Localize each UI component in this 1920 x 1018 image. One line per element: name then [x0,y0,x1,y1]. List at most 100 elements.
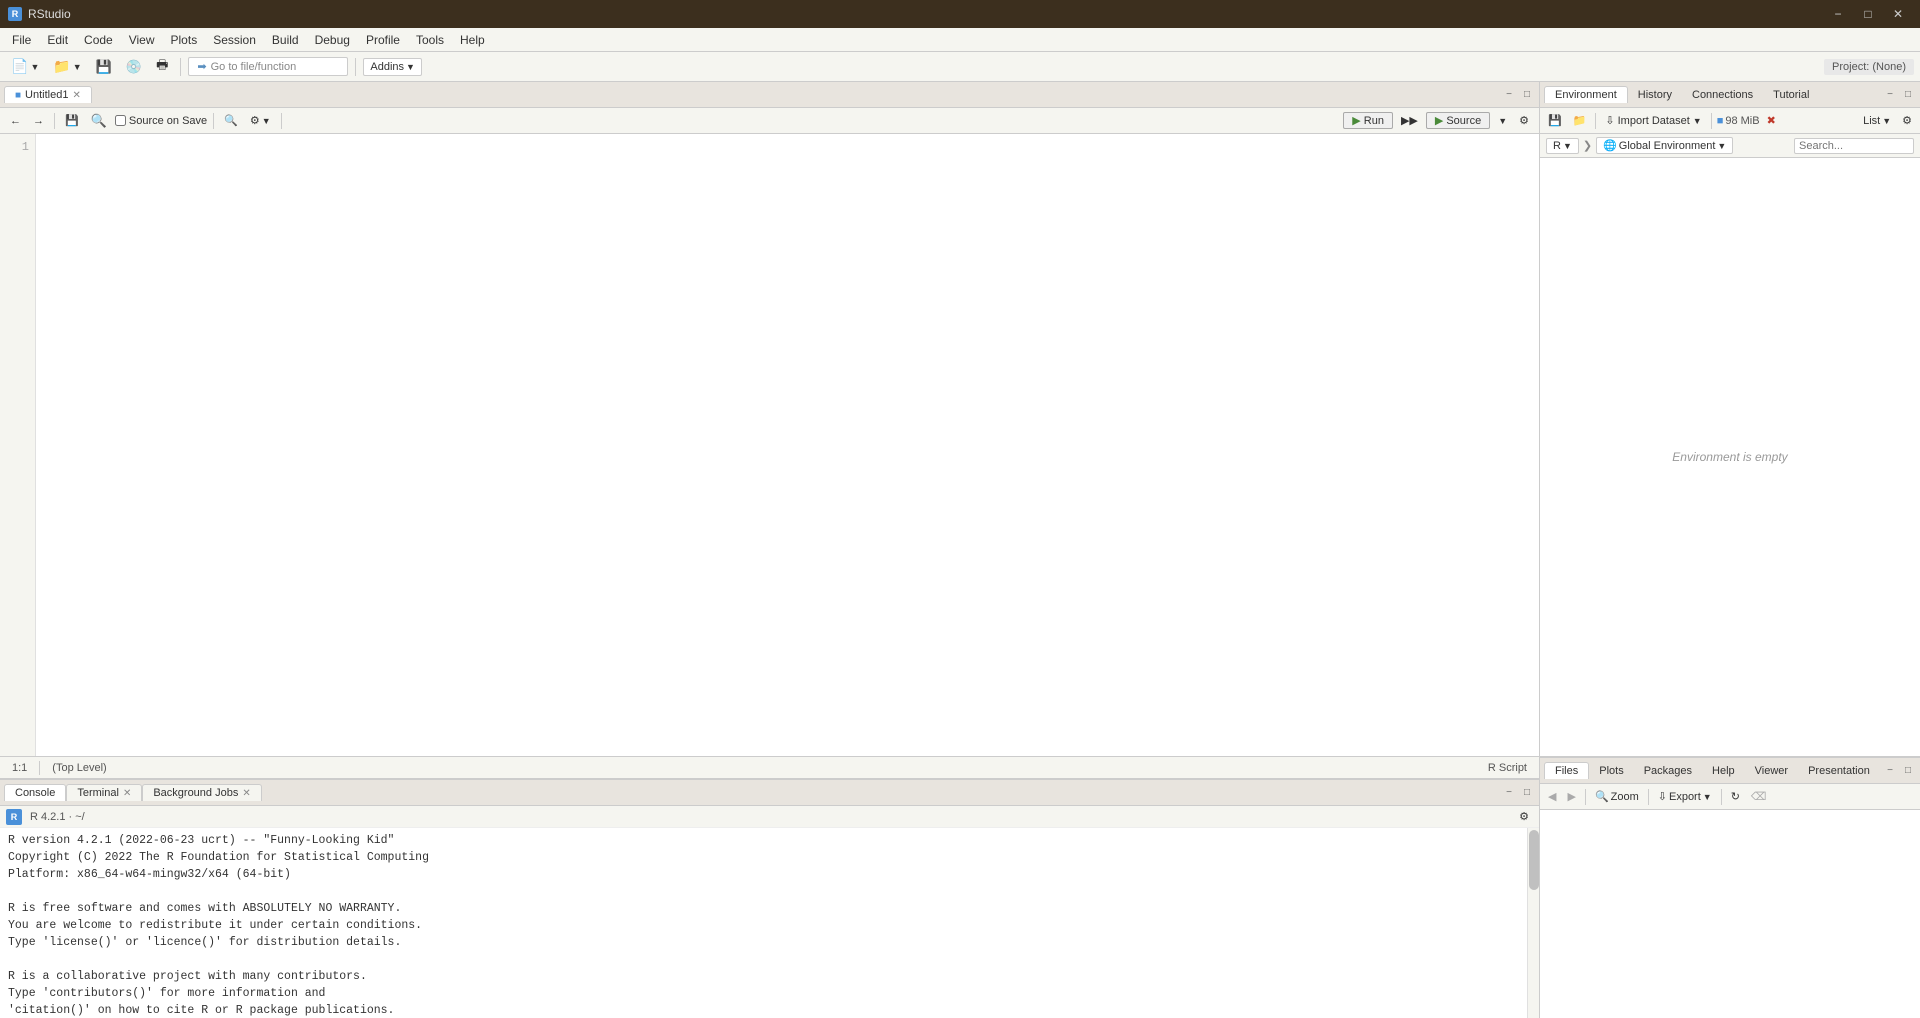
env-maximize-button[interactable]: □ [1900,87,1916,103]
env-minimize-button[interactable]: − [1882,87,1898,103]
console-tab-console[interactable]: Console [4,784,66,801]
source-button[interactable]: ▶ Source [1426,112,1490,129]
toolbar-separator-2 [355,58,356,76]
menu-code[interactable]: Code [76,31,121,49]
code-tools-icon: ⚙ [250,114,260,127]
editor-tab-untitled1[interactable]: ■ Untitled1 ✕ [4,86,92,103]
console-options-button[interactable]: ⚙ [1515,809,1533,824]
clear-env-button[interactable]: ✖ [1763,113,1780,128]
left-panel: ■ Untitled1 ✕ − □ ← → [0,82,1540,1018]
run-next-button[interactable]: ▶▶ [1397,113,1422,128]
packages-tab-label: Packages [1644,765,1692,777]
console-blank-2 [8,951,1519,968]
close-button[interactable]: ✕ [1884,4,1912,24]
editor-tab-close[interactable]: ✕ [72,90,80,101]
source-on-save-label[interactable]: Source on Save [115,115,207,127]
addins-button[interactable]: Addins ▼ [363,58,422,76]
import-dataset-button[interactable]: ⇩ Import Dataset ▼ [1601,113,1705,128]
env-tab-connections[interactable]: Connections [1682,87,1763,103]
find-replace-icon: 🔍 [91,113,107,129]
cursor-position[interactable]: 1:1 [8,762,31,774]
menubar: File Edit Code View Plots Session Build … [0,28,1920,52]
env-empty-message: Environment is empty [1672,450,1787,464]
code-level[interactable]: (Top Level) [48,762,110,774]
redo-button[interactable]: → [29,114,48,128]
env-tab-tutorial[interactable]: Tutorial [1763,87,1819,103]
env-load-button[interactable]: 📁 [1569,113,1591,128]
console-tab-background-jobs[interactable]: Background Jobs ✕ [142,784,261,801]
global-env-button[interactable]: 🌐 Global Environment ▼ [1596,137,1733,154]
source-dropdown-button[interactable]: ▼ [1494,115,1511,127]
menu-plots[interactable]: Plots [163,31,206,49]
maximize-button[interactable]: □ [1854,4,1882,24]
editor-minimize-button[interactable]: − [1501,87,1517,103]
zoom-icon: 🔍 [1595,790,1609,803]
files-tab-presentation[interactable]: Presentation [1798,763,1880,779]
find-replace-button[interactable]: 🔍 [87,112,111,130]
plots-back-button[interactable]: ◀ [1544,789,1560,804]
editor-options-button[interactable]: ⚙ [1515,113,1533,128]
files-tab-packages[interactable]: Packages [1634,763,1702,779]
background-jobs-tab-close[interactable]: ✕ [242,788,250,799]
menu-edit[interactable]: Edit [39,31,76,49]
console-tab-terminal[interactable]: Terminal ✕ [66,784,142,801]
files-tab-viewer[interactable]: Viewer [1745,763,1798,779]
save-file-button[interactable]: 💾 [91,57,117,77]
undo-button[interactable]: ← [6,114,25,128]
menu-file[interactable]: File [4,31,39,49]
open-file-button[interactable]: 📁 ▼ [48,56,86,77]
list-view-button[interactable]: List ▼ [1859,114,1895,128]
source-on-save-checkbox[interactable] [115,115,126,126]
console-scrollbar[interactable] [1527,828,1539,1018]
console-line-9: 'citation()' on how to cite R or R packa… [8,1002,1519,1018]
console-line-8: Type 'contributors()' for more informati… [8,985,1519,1002]
print-button[interactable]: 🖶 [151,54,173,80]
menu-debug[interactable]: Debug [307,31,358,49]
files-tab-plots[interactable]: Plots [1589,763,1633,779]
menu-profile[interactable]: Profile [358,31,408,49]
r-selector-button[interactable]: R ▼ [1546,138,1579,154]
menu-tools[interactable]: Tools [408,31,452,49]
export-button[interactable]: ⇩ Export ▼ [1654,789,1716,804]
script-type[interactable]: R Script [1484,762,1531,774]
menu-build[interactable]: Build [264,31,307,49]
code-tools-dropdown: ▼ [262,116,271,126]
plots-refresh-icon: ↻ [1731,790,1740,803]
goto-file-input[interactable]: ➡ Go to file/function [188,57,348,76]
console-output[interactable]: R version 4.2.1 (2022-06-23 ucrt) -- "Fu… [0,828,1527,1018]
main-toolbar: 📄 ▼ 📁 ▼ 💾 💿 🖶 ➡ Go to file/function Addi… [0,52,1920,82]
editor-maximize-button[interactable]: □ [1519,87,1535,103]
project-label: Project: (None) [1824,59,1914,75]
run-button[interactable]: ▶ Run [1343,112,1393,129]
files-maximize-button[interactable]: □ [1900,763,1916,779]
console-maximize-button[interactable]: □ [1519,785,1535,801]
menu-view[interactable]: View [121,31,163,49]
menu-help[interactable]: Help [452,31,493,49]
console-minimize-button[interactable]: − [1501,785,1517,801]
save-all-button[interactable]: 💿 [121,57,147,77]
code-content[interactable] [36,134,1539,756]
env-save-button[interactable]: 💾 [1544,113,1566,128]
env-options-button[interactable]: ⚙ [1898,113,1916,128]
env-r-selector-bar: R ▼ ❯ 🌐 Global Environment ▼ [1540,134,1920,158]
code-tools-button[interactable]: ⚙ ▼ [246,113,275,128]
terminal-tab-close[interactable]: ✕ [123,788,131,799]
console-tabs-bar: Console Terminal ✕ Background Jobs ✕ − □ [0,780,1539,806]
plots-clear-button[interactable]: ⌫ [1747,789,1771,804]
env-tab-environment[interactable]: Environment [1544,86,1628,103]
new-file-button[interactable]: 📄 ▼ [6,56,44,77]
export-icon: ⇩ [1658,790,1667,803]
env-search-input[interactable] [1794,138,1914,154]
search-code-button[interactable]: 🔍 [220,113,242,128]
console-pane-controls: − □ [1501,785,1535,801]
menu-session[interactable]: Session [205,31,264,49]
files-minimize-button[interactable]: − [1882,763,1898,779]
plots-forward-button[interactable]: ▶ [1563,789,1579,804]
plots-refresh-button[interactable]: ↻ [1727,789,1744,804]
zoom-button[interactable]: 🔍 Zoom [1591,789,1643,804]
save-editor-button[interactable]: 💾 [61,113,83,128]
minimize-button[interactable]: − [1824,4,1852,24]
files-tab-help[interactable]: Help [1702,763,1745,779]
files-tab-files[interactable]: Files [1544,762,1589,779]
env-tab-history[interactable]: History [1628,87,1682,103]
